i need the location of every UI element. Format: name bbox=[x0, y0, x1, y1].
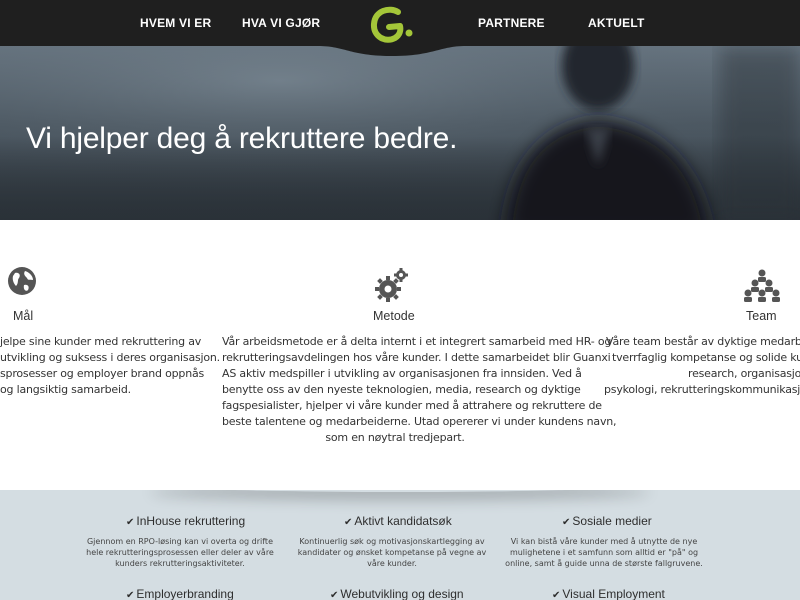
service-text-kandidatsok: Kontinuerlig søk og motivasjonskartleggi… bbox=[297, 537, 487, 568]
checkmark-icon: ✔ bbox=[126, 590, 135, 600]
checkmark-icon: ✔ bbox=[330, 590, 339, 600]
service-title-sosiale-medier[interactable]: ✔ Sosiale medier bbox=[562, 514, 652, 528]
service-title-employerbranding[interactable]: ✔ Employerbranding bbox=[126, 587, 234, 600]
service-title-webutvikling[interactable]: ✔ Webutvikling og design bbox=[330, 587, 464, 600]
checkmark-icon: ✔ bbox=[126, 517, 135, 528]
feature-text-metode: Vår arbeidsmetode er å delta internt i e… bbox=[222, 335, 617, 444]
feature-text-mal: jelpe sine kunder med rekruttering av ut… bbox=[0, 335, 220, 396]
band-shadow bbox=[150, 490, 650, 492]
service-text-inhouse: Gjennom en RPO-løsing kan vi overta og d… bbox=[86, 537, 274, 568]
feature-title-mal: Mål bbox=[13, 309, 34, 323]
checkmark-icon: ✔ bbox=[552, 590, 561, 600]
feature-text-team: Våre team består av dyktige medarbeidere… bbox=[604, 335, 800, 396]
checkmark-icon: ✔ bbox=[562, 517, 571, 528]
service-text-sosiale-medier: Vi kan bistå våre kunder med å utnytte d… bbox=[505, 537, 703, 568]
services-band: ✔ InHouse rekruttering Gjennom en RPO-løs… bbox=[0, 490, 800, 600]
checkmark-icon: ✔ bbox=[344, 517, 353, 528]
nav-hvem-vi-er[interactable]: HVEM VI ER bbox=[140, 16, 211, 30]
service-title-kandidatsok[interactable]: ✔ Aktivt kandidatsøk bbox=[344, 514, 452, 528]
service-title-visual-employment[interactable]: ✔ Visual Employment bbox=[552, 587, 665, 600]
hero-banner: Vi hjelper deg å rekruttere bedre. bbox=[0, 46, 800, 220]
hero-title: Vi hjelper deg å rekruttere bedre. bbox=[26, 122, 458, 155]
nav-partnere[interactable]: PARTNERE bbox=[478, 16, 545, 30]
nav-hva-vi-gjor[interactable]: HVA VI GJØR bbox=[242, 16, 320, 30]
globe-icon bbox=[8, 267, 36, 295]
feature-title-metode: Metode bbox=[373, 309, 415, 323]
feature-title-team: Team bbox=[746, 309, 777, 323]
service-title-inhouse[interactable]: ✔ InHouse rekruttering bbox=[126, 514, 245, 528]
nav-aktuelt[interactable]: AKTUELT bbox=[588, 16, 645, 30]
guanxi-logo-icon[interactable] bbox=[368, 6, 416, 46]
team-icon bbox=[744, 269, 780, 302]
gears-icon bbox=[375, 268, 408, 302]
